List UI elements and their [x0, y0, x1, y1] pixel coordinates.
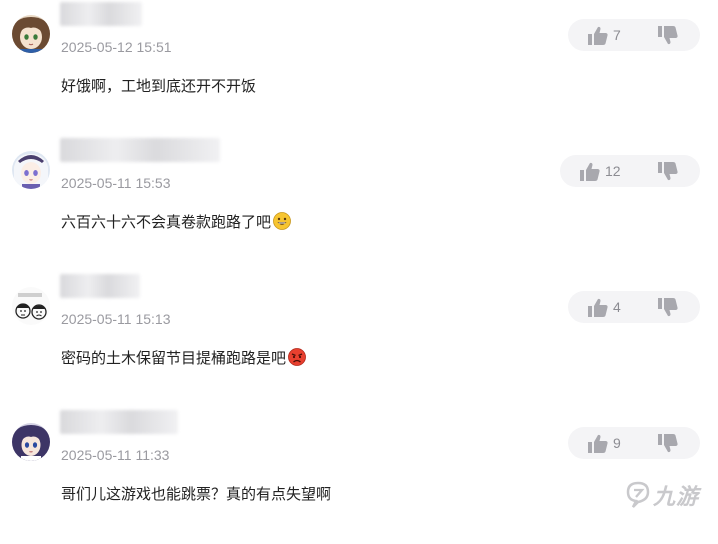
angry-face-icon — [288, 348, 306, 370]
comment-timestamp: 2025-05-11 15:53 — [61, 175, 171, 191]
avatar-anime-girl-icon — [12, 15, 50, 53]
avatar[interactable] — [12, 151, 50, 189]
thumbs-down-icon — [658, 298, 678, 317]
thumbs-down-icon — [658, 26, 678, 45]
thumbs-down-icon — [658, 162, 678, 181]
thumbs-up-icon — [588, 434, 608, 453]
vote-pill: 7 — [568, 19, 700, 51]
vote-pill: 4 — [568, 291, 700, 323]
avatar[interactable] — [12, 423, 50, 461]
like-count: 9 — [613, 435, 621, 451]
comment-text: 好饿啊，工地到底还开不开饭 — [61, 78, 257, 95]
thumbs-down-icon — [658, 434, 678, 453]
comment-timestamp: 2025-05-11 15:13 — [61, 311, 171, 327]
like-button[interactable]: 7 — [568, 19, 621, 51]
vote-pill: 12 — [560, 155, 700, 187]
username-redacted — [60, 138, 220, 162]
comment-item: 2025-05-12 15:51 好饿啊，工地到底还开不开饭 7 — [0, 0, 718, 136]
comment-item: 2025-05-11 15:53 六百六十六不会真卷款跑路了吧 12 — [0, 136, 718, 272]
vote-pill: 9 — [568, 427, 700, 459]
comment-timestamp: 2025-05-12 15:51 — [61, 39, 172, 55]
dislike-button[interactable] — [658, 26, 678, 50]
like-button[interactable]: 4 — [568, 291, 621, 323]
comment-timestamp: 2025-05-11 11:33 — [61, 447, 170, 463]
comment-item: 2025-05-11 11:33 哥们儿这游戏也能跳票？真的有点失望啊 9 — [0, 408, 718, 544]
dislike-button[interactable] — [658, 298, 678, 322]
avatar[interactable] — [12, 15, 50, 53]
jiuyou-logo-icon — [626, 481, 650, 508]
dislike-button[interactable] — [658, 434, 678, 458]
dislike-button[interactable] — [658, 162, 678, 186]
thumbs-up-icon — [588, 298, 608, 317]
thumbs-up-icon — [580, 162, 600, 181]
like-button[interactable]: 12 — [560, 155, 621, 187]
avatar-purple-hair-girl-icon — [12, 423, 50, 461]
username-redacted — [60, 410, 178, 434]
comment-text: 密码的土木保留节目提桶跑路是吧 — [61, 347, 306, 370]
grinning-face-icon — [273, 212, 291, 234]
like-count: 4 — [613, 299, 621, 315]
thumbs-up-icon — [588, 26, 608, 45]
avatar[interactable] — [12, 287, 50, 325]
avatar-meme-sketch-icon — [12, 287, 50, 325]
username-redacted — [60, 274, 140, 298]
avatar-white-hair-girl-icon — [12, 151, 50, 189]
watermark: 九游 — [625, 478, 717, 512]
watermark-text: 九游 — [653, 484, 700, 509]
like-count: 12 — [605, 163, 621, 179]
like-count: 7 — [613, 27, 621, 43]
username-redacted — [60, 2, 142, 26]
comment-text: 哥们儿这游戏也能跳票？真的有点失望啊 — [61, 486, 332, 503]
comment-item: 2025-05-11 15:13 密码的土木保留节目提桶跑路是吧 4 — [0, 272, 718, 408]
comment-text: 六百六十六不会真卷款跑路了吧 — [61, 211, 291, 234]
like-button[interactable]: 9 — [568, 427, 621, 459]
